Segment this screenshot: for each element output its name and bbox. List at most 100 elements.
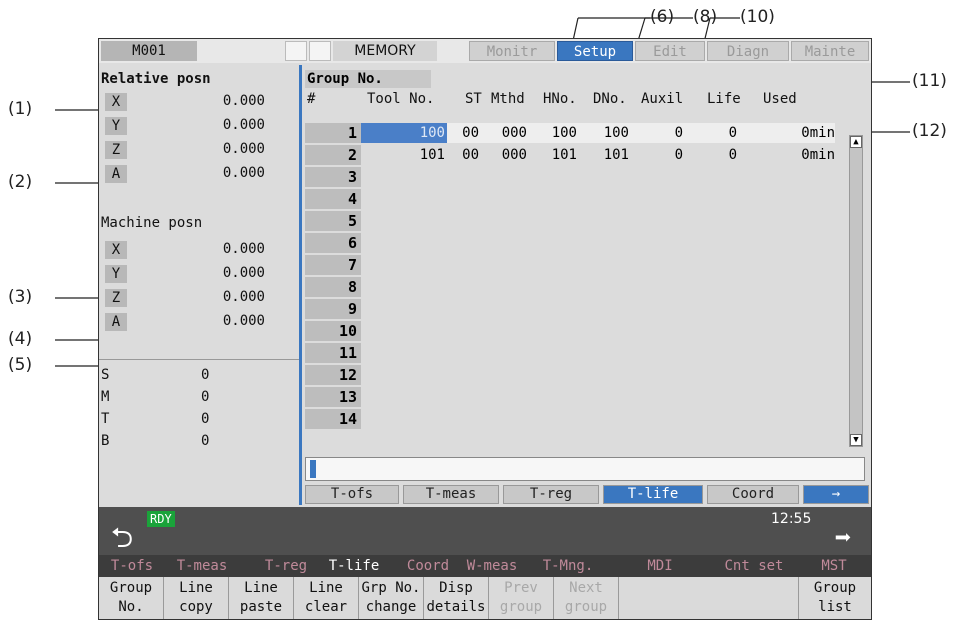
fkey-label: Next <box>569 580 603 596</box>
divider <box>99 359 299 360</box>
row-number: 5 <box>305 211 361 231</box>
cell-life[interactable]: 0 <box>693 123 737 143</box>
col-header-hno: HNo. <box>543 91 577 107</box>
cell-used[interactable]: 0min <box>763 123 835 143</box>
fkey-line-copy[interactable]: Line copy <box>164 577 229 619</box>
page-tab-coord[interactable]: Coord <box>707 485 799 504</box>
menu-item-t-life[interactable]: T-life <box>321 555 387 577</box>
page-tab-t-ofs[interactable]: T-ofs <box>305 485 399 504</box>
row-number: 13 <box>305 387 361 407</box>
cell-hno[interactable]: 101 <box>533 145 577 165</box>
tab-setup[interactable]: Setup <box>557 41 633 61</box>
axis-value: 0.000 <box>222 289 265 305</box>
cell-tool[interactable]: 100 <box>399 123 445 143</box>
cell-st[interactable]: 00 <box>451 145 479 165</box>
forward-arrow-icon[interactable]: ➡ <box>823 523 863 553</box>
fkey-label: change <box>365 599 417 615</box>
fkey-line-clear[interactable]: Line clear <box>294 577 359 619</box>
fkey-label: clear <box>304 599 348 615</box>
modal-label: B <box>101 433 110 449</box>
cnc-screen: M001 MEMORY Monitr Setup Edit Diagn Main… <box>98 38 872 620</box>
cell-hno[interactable]: 100 <box>533 123 577 143</box>
page-tab-t-life[interactable]: T-life <box>603 485 703 504</box>
modal-label: S <box>101 367 110 383</box>
fkey-grp-no-change[interactable]: Grp No. change <box>359 577 424 619</box>
cell-method[interactable]: 000 <box>483 145 527 165</box>
fkey-prev-group[interactable]: Prev group <box>489 577 554 619</box>
axis-value: 0.000 <box>222 265 265 281</box>
fkey-label: copy <box>179 599 213 615</box>
col-header-auxil: Auxil <box>641 91 684 107</box>
scroll-down-icon[interactable]: ▼ <box>850 434 862 446</box>
function-keys: Group No. Line copy Line paste Line clear Gr… <box>99 577 871 619</box>
axis-value: 0.000 <box>222 117 265 133</box>
fkey-group-no[interactable]: Group No. <box>99 577 164 619</box>
menu-item-t-reg[interactable]: T-reg <box>253 555 319 577</box>
scroll-up-icon[interactable]: ▲ <box>850 136 862 148</box>
cell-dno[interactable]: 100 <box>583 123 629 143</box>
axis-label: A <box>105 165 127 183</box>
row-number: 7 <box>305 255 361 275</box>
page-tab-t-reg[interactable]: T-reg <box>503 485 599 504</box>
cell-dno[interactable]: 101 <box>583 145 629 165</box>
col-header-num: # <box>307 91 316 107</box>
fkey-line-paste[interactable]: Line paste <box>229 577 294 619</box>
axis-value: 0.000 <box>222 165 265 181</box>
ready-indicator: RDY <box>147 511 175 527</box>
axis-label: A <box>105 313 127 331</box>
fkey-label: Group <box>109 580 153 596</box>
tab-edit[interactable]: Edit <box>635 41 705 61</box>
row-number: 4 <box>305 189 361 209</box>
cell-life[interactable]: 0 <box>693 145 737 165</box>
back-arrow-icon[interactable]: ⮌ <box>105 523 139 553</box>
page-tab-t-meas[interactable]: T-meas <box>403 485 499 504</box>
cell-used[interactable]: 0min <box>763 145 835 165</box>
menu-item-cnt-set[interactable]: Cnt set <box>717 555 791 577</box>
cell-tool[interactable]: 101 <box>399 145 445 165</box>
fkey-label: Line <box>244 580 278 596</box>
row-number: 6 <box>305 233 361 253</box>
input-field[interactable] <box>305 457 865 481</box>
col-header-used: Used <box>763 91 797 107</box>
fkey-next-group[interactable]: Next group <box>554 577 619 619</box>
cell-method[interactable]: 000 <box>483 123 527 143</box>
tab-maintenance[interactable]: Mainte <box>791 41 869 61</box>
fkey-label: details <box>426 599 486 615</box>
fkey-label: Line <box>179 580 213 596</box>
cell-auxil[interactable]: 0 <box>639 123 683 143</box>
cell-st[interactable]: 00 <box>451 123 479 143</box>
menu-item-t-mng[interactable]: T-Mng. <box>535 555 601 577</box>
menu-item-mdi[interactable]: MDI <box>627 555 693 577</box>
tab-diagnosis[interactable]: Diagn <box>707 41 789 61</box>
callout-3: (3) <box>8 287 33 307</box>
callout-6: (6) <box>650 7 675 27</box>
menu-item-w-meas[interactable]: W-meas <box>459 555 525 577</box>
group-number-field[interactable]: Group No. <box>305 70 431 88</box>
callout-5: (5) <box>8 355 33 375</box>
axis-value: 0.000 <box>222 241 265 257</box>
menu-item-coord[interactable]: Coord <box>395 555 461 577</box>
tab-monitor[interactable]: Monitr <box>469 41 555 61</box>
menu-item-t-ofs[interactable]: T-ofs <box>99 555 165 577</box>
col-header-st: ST <box>465 91 482 107</box>
relative-posn-title: Relative posn <box>101 71 211 87</box>
cell-auxil[interactable]: 0 <box>639 145 683 165</box>
fkey-label: Disp <box>439 580 473 596</box>
callout-10: (10) <box>740 7 775 27</box>
table-scrollbar[interactable]: ▲ ▼ <box>849 135 863 447</box>
program-number: M001 <box>101 41 197 61</box>
axis-label: X <box>105 93 127 111</box>
fkey-label: group <box>564 599 608 615</box>
row-number: 11 <box>305 343 361 363</box>
callout-11: (11) <box>912 71 947 91</box>
panel-divider <box>299 65 302 505</box>
fkey-group-list[interactable]: Group list <box>799 577 871 619</box>
menu-item-t-meas[interactable]: T-meas <box>169 555 235 577</box>
fkey-disp-details[interactable]: Disp details <box>424 577 489 619</box>
axis-label: Y <box>105 117 127 135</box>
next-page-arrow-icon[interactable]: → <box>803 485 869 504</box>
row-number: 10 <box>305 321 361 341</box>
fkey-empty[interactable] <box>619 577 799 619</box>
menu-item-mst[interactable]: MST <box>801 555 867 577</box>
modal-value: 0 <box>201 367 210 383</box>
